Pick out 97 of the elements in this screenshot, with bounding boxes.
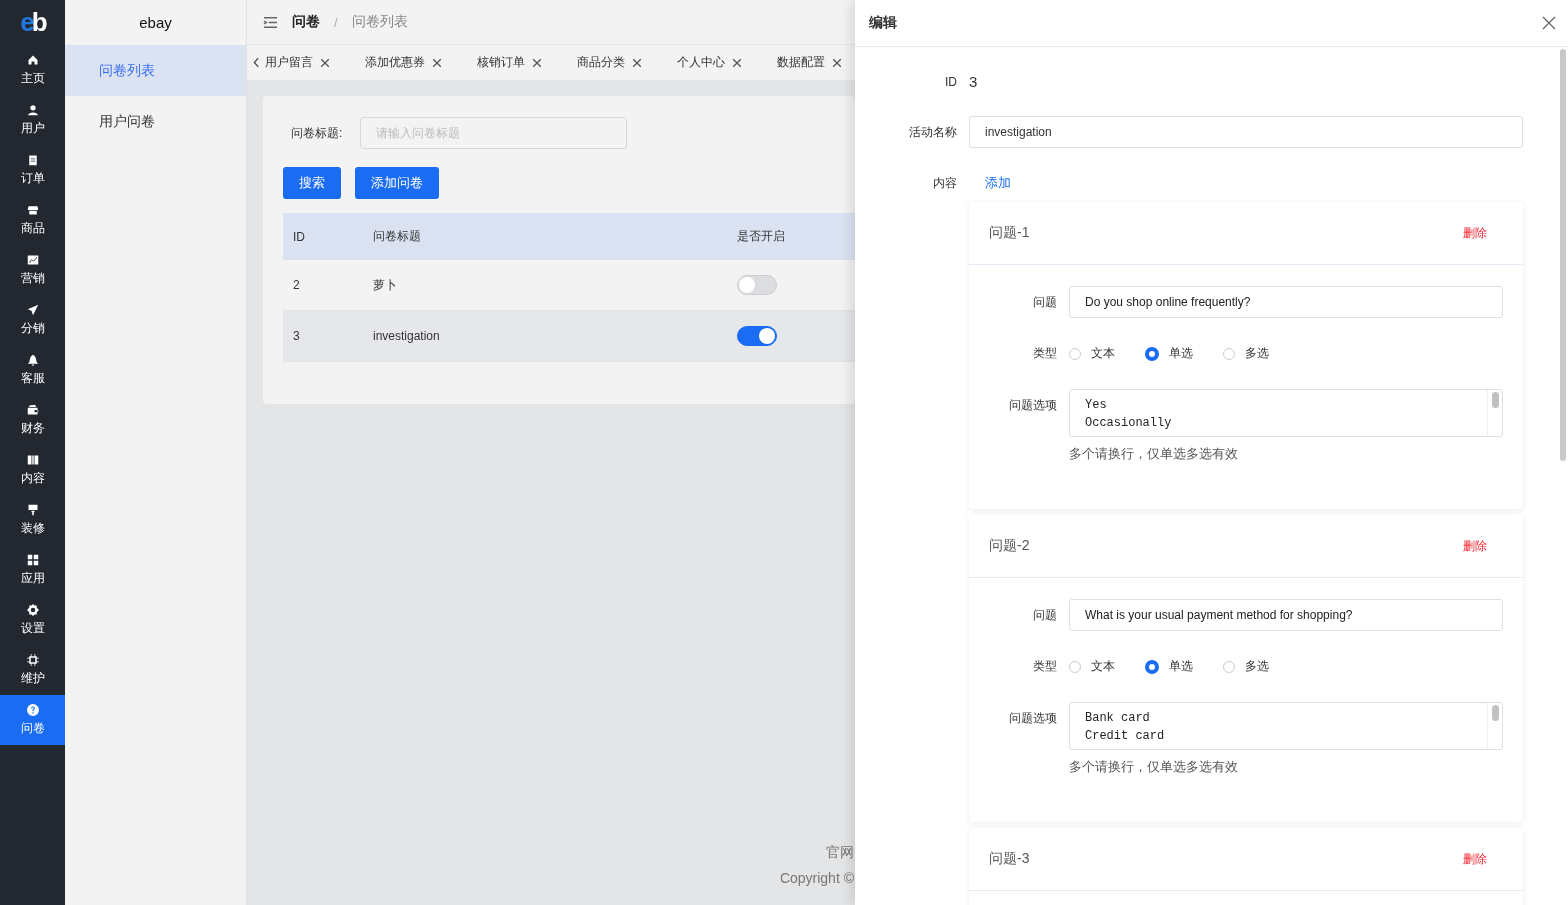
question-title: 问题-3 xyxy=(989,850,1030,868)
table-cell: investigation xyxy=(373,329,440,343)
options-textarea[interactable]: Bank card Credit card xyxy=(1069,702,1503,750)
nav-item[interactable]: 维护 xyxy=(0,645,65,695)
field-label: 内容 xyxy=(932,174,957,192)
radio-option[interactable]: 单选 xyxy=(1145,658,1193,675)
table-cell: 3 xyxy=(293,329,300,343)
brush-icon xyxy=(26,503,39,516)
column-header: 是否开启 xyxy=(737,229,785,243)
question-field[interactable]: Do you shop online frequently? xyxy=(1069,286,1503,318)
column-header: ID xyxy=(293,229,305,244)
breadcrumb-separator: / xyxy=(334,14,338,30)
field-label: 问题选项 xyxy=(1008,710,1057,727)
book-icon xyxy=(26,453,39,466)
toggle-switch[interactable] xyxy=(737,326,777,346)
menu-icon[interactable] xyxy=(263,15,278,29)
user-icon xyxy=(26,103,39,116)
hint-text: 多个请换行，仅单选多选有效 xyxy=(1069,758,1239,776)
tab[interactable]: 个人中心 xyxy=(677,54,741,71)
nav-item[interactable]: 客服 xyxy=(0,345,65,395)
nav-item[interactable]: 分销 xyxy=(0,295,65,345)
question-title: 问题-1 xyxy=(989,224,1030,242)
add-link[interactable]: 添加 xyxy=(969,174,1011,192)
hint-text: 多个请换行，仅单选多选有效 xyxy=(1069,445,1239,463)
settings-icon xyxy=(26,603,39,616)
breadcrumb-item: 问卷列表 xyxy=(351,13,408,31)
close-icon[interactable] xyxy=(1542,16,1556,30)
shop-icon xyxy=(26,203,39,216)
tab[interactable]: 添加优惠券 xyxy=(365,54,441,71)
nav-item[interactable]: 内容 xyxy=(0,445,65,495)
delete-link[interactable]: 删除 xyxy=(1463,850,1487,868)
name-field[interactable]: investigation xyxy=(969,116,1523,148)
radio-option[interactable]: 单选 xyxy=(1145,345,1193,362)
tab[interactable]: 商品分类 xyxy=(577,54,641,71)
nav-item[interactable]: 装修 xyxy=(0,495,65,545)
chevron-left-icon[interactable] xyxy=(253,57,260,68)
close-icon[interactable] xyxy=(633,58,641,67)
bell-icon xyxy=(26,353,39,366)
field-label: 活动名称 xyxy=(908,123,957,141)
column-header: 问卷标题 xyxy=(373,229,421,243)
nav-item[interactable]: 营销 xyxy=(0,245,65,295)
tab[interactable]: 数据配置 xyxy=(777,54,841,71)
breadcrumb-item[interactable]: 问卷 xyxy=(292,13,320,31)
field-label: 问题 xyxy=(1032,293,1057,311)
footer-text: 官网 xyxy=(826,844,854,862)
chart-icon xyxy=(26,253,39,266)
home-icon xyxy=(26,53,39,66)
table-cell: 萝卜 xyxy=(373,277,397,292)
id-value: 3 xyxy=(969,73,978,90)
radio-button[interactable] xyxy=(1145,659,1159,674)
radio-option[interactable]: 多选 xyxy=(1223,345,1269,362)
nav-item[interactable]: 用户 xyxy=(0,95,65,145)
nav-item[interactable]: 主页 xyxy=(0,45,65,95)
grid-icon xyxy=(26,553,39,566)
field-label: 类型 xyxy=(1032,658,1057,675)
menu-item[interactable]: 问卷列表 xyxy=(65,45,246,96)
delete-link[interactable]: 删除 xyxy=(1463,537,1487,555)
footer-text: Copyright © xyxy=(779,870,854,886)
help-icon xyxy=(26,703,39,716)
field-label: 问题选项 xyxy=(1008,397,1057,414)
radio-option[interactable]: 文本 xyxy=(1069,345,1115,362)
tab[interactable]: 核销订单 xyxy=(477,54,541,71)
field-label: 问卷标题: xyxy=(291,124,343,142)
app-title: ebay xyxy=(139,14,172,31)
close-icon[interactable] xyxy=(533,58,541,67)
nav-item[interactable]: 问卷 xyxy=(0,695,65,745)
close-icon[interactable] xyxy=(321,58,329,67)
table-cell: 2 xyxy=(293,278,300,292)
field-label: 问题 xyxy=(1032,606,1057,624)
close-icon[interactable] xyxy=(733,58,741,67)
paper-plane-icon xyxy=(26,303,39,316)
nav-item[interactable]: 商品 xyxy=(0,195,65,245)
tab[interactable]: 用户留言 xyxy=(265,54,329,71)
delete-link[interactable]: 删除 xyxy=(1463,224,1487,242)
options-textarea[interactable]: Yes Occasionally xyxy=(1069,389,1503,437)
close-icon[interactable] xyxy=(433,58,441,67)
nav-item[interactable]: 应用 xyxy=(0,545,65,595)
question-title: 问题-2 xyxy=(989,537,1030,555)
clipboard-icon xyxy=(26,153,39,166)
radio-button[interactable] xyxy=(1145,346,1159,361)
radio-option[interactable]: 多选 xyxy=(1223,658,1269,675)
nav-item[interactable]: 订单 xyxy=(0,145,65,195)
close-icon[interactable] xyxy=(833,58,841,67)
wallet-icon xyxy=(26,403,39,416)
field-label: ID xyxy=(944,74,957,89)
drawer-title: 编辑 xyxy=(869,14,897,32)
logo: eb xyxy=(20,7,45,38)
chip-icon xyxy=(26,653,39,666)
search-button[interactable]: 搜索 xyxy=(283,167,341,199)
scrollbar[interactable] xyxy=(1560,49,1566,461)
nav-item[interactable]: 财务 xyxy=(0,395,65,445)
question-field[interactable]: What is your usual payment method for shopping? xyxy=(1069,599,1503,631)
add-button[interactable]: 添加问卷 xyxy=(355,167,439,199)
menu-item[interactable]: 用户问卷 xyxy=(65,96,246,147)
field-label: 类型 xyxy=(1032,345,1057,362)
radio-option[interactable]: 文本 xyxy=(1069,658,1115,675)
nav-item[interactable]: 设置 xyxy=(0,595,65,645)
